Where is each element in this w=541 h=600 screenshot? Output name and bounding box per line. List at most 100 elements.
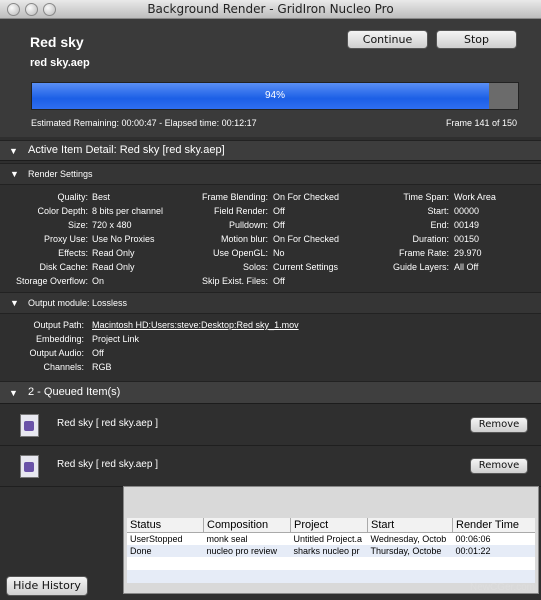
column-header-render-time[interactable]: Render Time (452, 518, 535, 533)
stop-button[interactable]: Stop (436, 30, 517, 49)
setting-value: On For Checked (273, 192, 340, 202)
table-row[interactable]: Done nucleo pro review sharks nucleo pr … (127, 545, 535, 557)
output-setting-value: Project Link (92, 334, 140, 344)
queue-title: 2 - Queued Item(s) (28, 386, 121, 398)
history-start: Thursday, Octobe (367, 545, 453, 557)
history-table: Status Composition Project Start Render … (127, 518, 535, 583)
queue-item-label: Red sky [ red sky.aep ] (57, 459, 158, 470)
setting-label: Skip Exist. Files: (201, 276, 268, 286)
setting-label: Color Depth: (37, 206, 88, 216)
hide-history-button[interactable]: Hide History (6, 576, 88, 596)
output-path-link[interactable]: Macintosh HD:Users:steve:Desktop:Red sky… (92, 320, 299, 330)
disclosure-triangle-icon[interactable]: ▼ (10, 169, 19, 179)
output-setting-label: Embedding: (35, 334, 84, 344)
history-start: Wednesday, Octob (370, 534, 447, 544)
render-settings-header[interactable]: ▼ Render Settings (0, 163, 541, 185)
setting-value: 00149 (454, 220, 480, 230)
comp-file-name: red sky.aep (30, 57, 90, 69)
frame-counter: Frame 141 of 150 (445, 118, 517, 128)
column-header-project[interactable]: Project (290, 518, 368, 533)
setting-value: Off (273, 206, 285, 216)
setting-value: 720 x 480 (92, 220, 132, 230)
continue-button[interactable]: Continue (347, 30, 428, 49)
output-module-title: Output module: Lossless (28, 298, 128, 308)
setting-value: Work Area (454, 192, 496, 202)
setting-value: Best (92, 192, 111, 202)
setting-label: Motion blur: (220, 234, 268, 244)
setting-label: Proxy Use: (43, 234, 88, 244)
setting-value: 29.970 (454, 248, 482, 258)
queue-item-label: Red sky [ red sky.aep ] (57, 418, 158, 429)
active-item-title: Active Item Detail: Red sky [red sky.aep… (28, 144, 225, 156)
remove-button[interactable]: Remove (470, 458, 528, 474)
output-setting-label: Channels: (43, 362, 84, 372)
setting-label: Quality: (57, 192, 88, 202)
output-setting-value: Off (92, 348, 104, 358)
project-file-icon (20, 455, 39, 478)
setting-value: Use No Proxies (92, 234, 155, 244)
table-row[interactable]: UserStopped monk seal Untitled Project.a… (127, 533, 535, 546)
queue-section-header[interactable]: ▼ 2 - Queued Item(s) (0, 381, 541, 404)
column-header-status[interactable]: Status (127, 518, 204, 533)
window-title: Background Render - GridIron Nucleo Pro (147, 2, 394, 16)
comp-name: Red sky (30, 34, 84, 50)
setting-label: Field Render: (213, 206, 268, 216)
output-module-header[interactable]: ▼ Output module: Lossless (0, 292, 541, 314)
render-progress-bar: 94% (31, 82, 519, 110)
history-project: sharks nucleo pr (290, 545, 368, 557)
setting-label: Size: (67, 220, 88, 230)
queue-item[interactable]: Red sky [ red sky.aep ] Remove (0, 405, 541, 446)
setting-value: All Off (454, 262, 479, 272)
output-setting-label: Output Path: (33, 320, 84, 330)
setting-label: Solos: (242, 262, 268, 272)
setting-value: Off (273, 276, 285, 286)
setting-value: Off (273, 220, 285, 230)
column-header-start[interactable]: Start (367, 518, 453, 533)
setting-value: 00150 (454, 234, 480, 244)
setting-label: Duration: (412, 234, 449, 244)
setting-label: Disk Cache: (39, 262, 88, 272)
disclosure-triangle-icon[interactable]: ▼ (9, 388, 18, 398)
table-row-empty (127, 557, 535, 570)
project-file-icon (20, 414, 39, 437)
setting-label: End: (430, 220, 449, 230)
history-render-time: 00:06:06 (455, 534, 491, 544)
output-setting-label: Output Audio: (29, 348, 84, 358)
title-bar: Background Render - GridIron Nucleo Pro (0, 0, 541, 19)
queue-item[interactable]: Red sky [ red sky.aep ] Remove (0, 446, 541, 487)
setting-label: Effects: (58, 248, 88, 258)
render-status-panel: Red sky red sky.aep Continue Stop 94% Es… (0, 19, 541, 137)
history-status: UserStopped (130, 534, 183, 544)
setting-value: Current Settings (273, 262, 339, 272)
setting-value: On For Checked (273, 234, 340, 244)
setting-label: Time Span: (403, 192, 449, 202)
remove-button[interactable]: Remove (470, 417, 528, 433)
column-header-composition[interactable]: Composition (203, 518, 291, 533)
setting-value: 8 bits per channel (92, 206, 164, 216)
watermark-text: NewCGer.com (469, 582, 535, 593)
output-setting-value: RGB (92, 362, 112, 372)
progress-percent-label: 94% (264, 90, 285, 101)
setting-value: No (273, 248, 285, 258)
render-history-panel: Status Composition Project Start Render … (123, 486, 539, 594)
history-composition: nucleo pro review (203, 545, 291, 557)
setting-value: Read Only (92, 262, 135, 272)
history-status: Done (127, 545, 204, 557)
setting-label: Pulldown: (228, 220, 268, 230)
setting-label: Storage Overflow: (15, 276, 88, 286)
setting-value: Read Only (92, 248, 135, 258)
history-render-time: 00:01:22 (452, 545, 535, 557)
setting-label: Frame Blending: (201, 192, 268, 202)
disclosure-triangle-icon[interactable]: ▼ (9, 146, 18, 156)
setting-label: Use OpenGL: (212, 248, 268, 258)
setting-label: Start: (427, 206, 449, 216)
active-item-section-header[interactable]: ▼ Active Item Detail: Red sky [red sky.a… (0, 140, 541, 161)
setting-label: Frame Rate: (398, 248, 449, 258)
history-composition: monk seal (206, 534, 248, 544)
time-status: Estimated Remaining: 00:00:47 - Elapsed … (31, 118, 257, 128)
setting-value: On (92, 276, 105, 286)
setting-value: 00000 (454, 206, 480, 216)
setting-label: Guide Layers: (392, 262, 449, 272)
disclosure-triangle-icon[interactable]: ▼ (10, 298, 19, 308)
history-project: Untitled Project.a (293, 534, 363, 544)
